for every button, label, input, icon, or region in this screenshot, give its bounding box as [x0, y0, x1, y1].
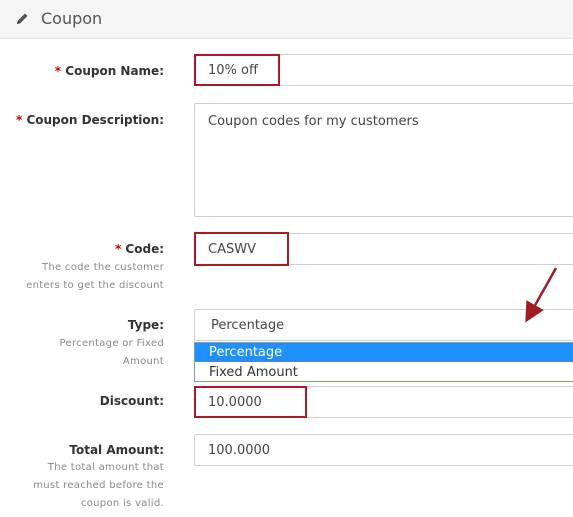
total-amount-help-text: The total amount that must reached befor…	[33, 459, 164, 513]
type-selected-value: Percentage	[211, 318, 285, 333]
panel-title: Coupon	[41, 9, 103, 28]
total-amount-input[interactable]: 100.0000	[194, 434, 573, 466]
discount-label: Discount:	[99, 394, 164, 408]
type-option-percentage[interactable]: Percentage	[195, 343, 573, 362]
discount-highlight	[194, 386, 307, 418]
type-option-fixed-amount[interactable]: Fixed Amount	[195, 363, 573, 382]
code-help-text: The code the customer enters to get the …	[26, 259, 164, 295]
total-amount-help-line: must reached before the	[33, 480, 164, 491]
type-help-line: Amount	[122, 356, 164, 367]
type-help-line: Percentage or Fixed	[59, 338, 164, 349]
code-label: * Code:	[115, 242, 164, 256]
required-mark: *	[114, 242, 122, 256]
pencil-icon	[17, 13, 28, 24]
type-label: Type:	[127, 318, 164, 332]
total-amount-help-line: The total amount that	[47, 462, 164, 473]
coupon-description-textarea[interactable]: Coupon codes for my customers	[194, 103, 573, 217]
type-select[interactable]: Percentage	[194, 309, 573, 341]
coupon-description-label-text: Coupon Description:	[26, 113, 164, 127]
required-mark: *	[54, 64, 62, 78]
code-help-line: enters to get the discount	[26, 280, 164, 291]
total-amount-help-line: coupon is valid.	[80, 498, 164, 509]
total-amount-value: 100.0000	[208, 443, 271, 458]
type-dropdown-list: Percentage Fixed Amount	[194, 342, 573, 382]
code-help-line: The code the customer	[41, 262, 164, 273]
panel-header: Coupon	[0, 0, 573, 39]
coupon-description-label: * Coupon Description:	[16, 113, 164, 127]
coupon-name-label: * Coupon Name:	[55, 64, 164, 78]
coupon-name-highlight	[194, 54, 280, 86]
coupon-name-label-text: Coupon Name:	[65, 64, 164, 78]
required-mark: *	[15, 113, 23, 127]
code-label-text: Code:	[125, 242, 164, 256]
coupon-description-value: Coupon codes for my customers	[208, 114, 419, 129]
total-amount-label: Total Amount:	[69, 443, 164, 457]
type-help-text: Percentage or Fixed Amount	[60, 335, 164, 371]
code-highlight	[194, 232, 289, 266]
